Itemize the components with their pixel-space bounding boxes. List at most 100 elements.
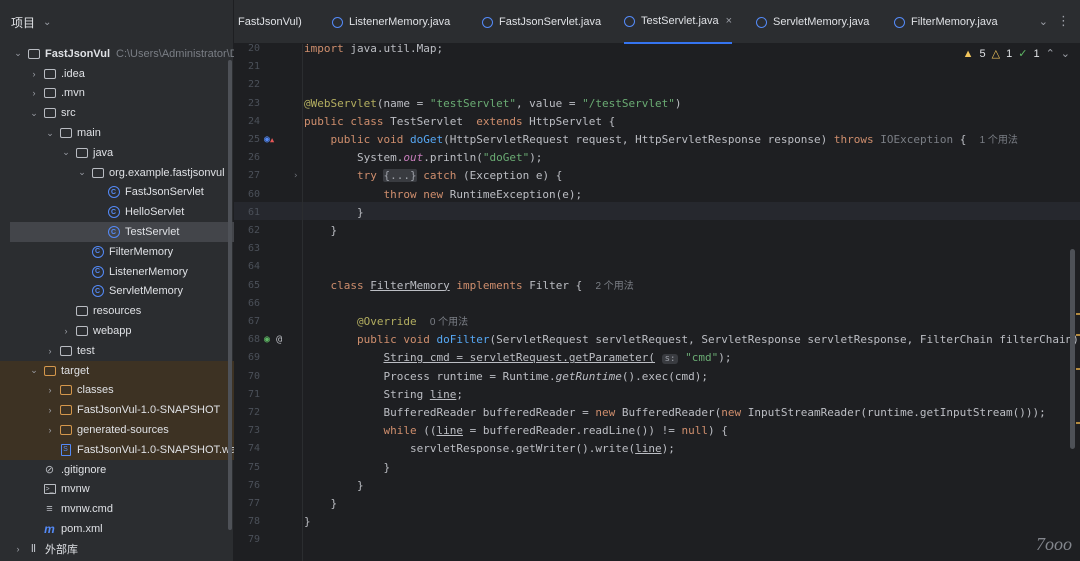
tree-item[interactable]: ⌄ java [0, 143, 234, 163]
editor-tab[interactable]: FastJsonServlet.java [482, 0, 601, 44]
project-panel-header[interactable]: 项目 ⌄ [0, 0, 234, 44]
code-line[interactable]: 65 class FilterMemory implements Filter … [234, 277, 1080, 295]
tree-item[interactable]: C FastJsonServlet [0, 183, 234, 203]
maven-icon: m [44, 522, 55, 537]
code-line[interactable]: 21 [234, 58, 1080, 76]
code-line[interactable]: 26 System.out.println("doGet"); [234, 149, 1080, 167]
tree-item[interactable]: C FilterMemory [0, 242, 234, 262]
code-line[interactable]: 76 } [234, 477, 1080, 495]
code-line[interactable]: 69 String cmd = servletRequest.getParame… [234, 349, 1080, 367]
line-number: 62 [247, 225, 260, 236]
excluded-folder-icon [43, 365, 56, 377]
previous-highlight-icon[interactable]: ⌃ [1046, 47, 1055, 60]
code-line[interactable]: 60 throw new RuntimeException(e); [234, 186, 1080, 204]
editor-tab[interactable]: TestServlet.java × [624, 0, 733, 44]
editor-tab[interactable]: ListenerMemory.java [332, 0, 450, 44]
tree-item[interactable]: › webapp [0, 321, 234, 341]
tree-item[interactable]: ⌄ org.example.fastjsonvul [0, 163, 234, 183]
code-line[interactable]: 66 [234, 295, 1080, 313]
next-highlight-icon[interactable]: ⌄ [1061, 47, 1070, 60]
line-number: 25 [247, 134, 260, 145]
tree-item[interactable]: ⌄ target [0, 360, 234, 381]
override-gutter-icon[interactable]: ◉▲ [264, 131, 274, 149]
expand-arrow-icon[interactable]: ⌄ [28, 365, 40, 376]
collapse-arrow-icon[interactable]: › [44, 346, 56, 356]
implements-gutter-icon[interactable]: ◉ @ [264, 331, 282, 349]
editor-tab[interactable]: FilterMemory.java [894, 0, 998, 44]
folder-icon [75, 325, 88, 337]
code-line[interactable]: 71 String line; [234, 386, 1080, 404]
tree-item[interactable]: › FastJsonVul-1.0-SNAPSHOT [0, 400, 234, 421]
collapse-arrow-icon[interactable]: › [28, 69, 40, 79]
code-line[interactable]: 79 [234, 531, 1080, 549]
tree-item[interactable]: C ServletMemory [0, 282, 234, 302]
expand-arrow-icon[interactable]: ⌄ [60, 147, 72, 158]
code-line[interactable]: 67 @Override 0 个用法 [234, 313, 1080, 331]
collapse-arrow-icon[interactable]: › [60, 326, 72, 336]
tree-item[interactable]: › .mvn [0, 84, 234, 104]
collapse-arrow-icon[interactable]: › [28, 88, 40, 98]
code-line[interactable]: 62 } [234, 222, 1080, 240]
tree-item[interactable]: ≡ mvnw.cmd [0, 499, 234, 519]
collapse-arrow-icon[interactable]: › [12, 544, 24, 554]
collapse-arrow-icon[interactable]: › [44, 385, 56, 395]
close-icon[interactable]: × [726, 15, 732, 27]
code-editor[interactable]: 20 import java.util.Map; 21 22 23 @WebServlet… [234, 42, 1080, 561]
code-line[interactable]: 74 servletResponse.getWriter().write(lin… [234, 440, 1080, 458]
tree-item[interactable]: ⌄ FastJsonVul C:\Users\Administrator\De [0, 44, 234, 64]
code-line[interactable]: 73 while ((line = bufferedReader.readLin… [234, 422, 1080, 440]
tree-item[interactable]: ⌄ src [0, 103, 234, 123]
chevron-down-icon[interactable]: ⌄ [43, 17, 51, 28]
inspection-widget[interactable]: ▲ 5 △ 1 ✓ 1 ⌃ ⌄ [963, 47, 1070, 61]
code-text: } [304, 478, 364, 492]
tree-item[interactable]: › .idea [0, 64, 234, 84]
tree-item[interactable]: m pom.xml [0, 519, 234, 539]
code-line[interactable]: 70 Process runtime = Runtime.getRuntime(… [234, 368, 1080, 386]
watermark-logo: 7ooo [1036, 534, 1072, 554]
tree-item[interactable]: › test [0, 341, 234, 361]
editor-tab[interactable]: ServletMemory.java [756, 0, 869, 44]
tree-item[interactable]: >_ mvnw [0, 480, 234, 500]
tree-item[interactable]: S FastJsonVul-1.0-SNAPSHOT.war [0, 439, 234, 460]
expand-arrow-icon[interactable]: ⌄ [12, 48, 24, 59]
tree-item[interactable]: C HelloServlet [0, 202, 234, 222]
tree-item[interactable]: ⊘ .gitignore [0, 460, 234, 480]
tree-item[interactable]: › classes [0, 380, 234, 401]
tree-item[interactable]: › Ⅱ 外部库 [0, 539, 234, 559]
collapse-arrow-icon[interactable]: › [44, 405, 56, 415]
fold-arrow-icon[interactable]: › [293, 167, 298, 185]
code-line[interactable]: 72 BufferedReader bufferedReader = new B… [234, 404, 1080, 422]
expand-arrow-icon[interactable]: ⌄ [44, 128, 56, 139]
code-line[interactable]: 75 } [234, 459, 1080, 477]
code-line[interactable]: 24 public class TestServlet extends HttpS… [234, 113, 1080, 131]
more-vertical-icon[interactable]: ⋮ [1057, 13, 1070, 29]
tree-item[interactable]: › generated-sources [0, 420, 234, 440]
warning-stripe[interactable] [1076, 313, 1080, 315]
tree-item[interactable]: C ListenerMemory [0, 262, 234, 282]
code-line[interactable]: 68 ◉ @ public void doFilter(ServletReques… [234, 331, 1080, 349]
editor-tab[interactable]: FastJsonVul) [238, 0, 302, 44]
code-line[interactable]: 78} [234, 513, 1080, 531]
code-line[interactable]: 64 [234, 258, 1080, 276]
code-line[interactable]: 63 [234, 240, 1080, 258]
code-line[interactable]: 77 } [234, 495, 1080, 513]
expand-arrow-icon[interactable]: ⌄ [76, 167, 88, 178]
code-line[interactable]: 22 [234, 76, 1080, 94]
project-tree-scrollbar[interactable] [228, 60, 232, 530]
warning-stripe[interactable] [1076, 368, 1080, 370]
code-line[interactable]: 25 ◉▲ public void doGet(HttpServletReques… [234, 131, 1080, 149]
code-line[interactable]: 27 › try {...} catch (Exception e) { [234, 167, 1080, 185]
warning-stripe[interactable] [1076, 334, 1080, 336]
tree-item[interactable]: resources [0, 301, 234, 321]
tree-item[interactable]: C TestServlet [10, 222, 234, 242]
expand-arrow-icon[interactable]: ⌄ [28, 108, 40, 119]
collapse-arrow-icon[interactable]: › [44, 425, 56, 435]
code-line[interactable]: 23 @WebServlet(name = "testServlet", valu… [234, 95, 1080, 113]
editor-scrollbar[interactable] [1070, 249, 1075, 449]
code-line[interactable]: 61 } [234, 204, 1080, 222]
code-line[interactable]: 20 import java.util.Map; [234, 40, 1080, 58]
folder-icon [59, 127, 72, 139]
tree-item[interactable]: ⌄ main [0, 123, 234, 143]
tab-list-chevron-icon[interactable]: ⌄ [1039, 15, 1048, 28]
warning-stripe[interactable] [1076, 422, 1080, 424]
